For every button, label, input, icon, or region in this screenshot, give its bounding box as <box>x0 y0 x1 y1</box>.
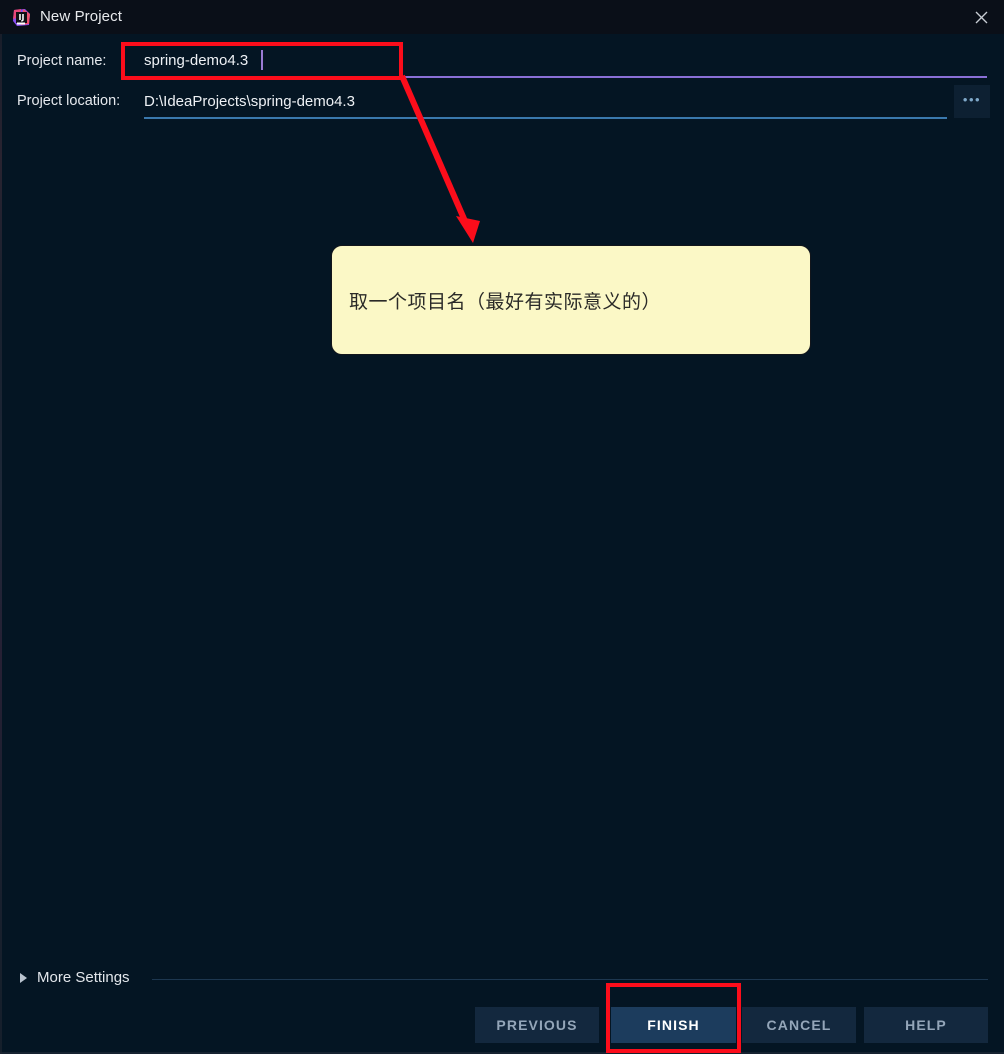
project-location-underline <box>144 117 947 119</box>
new-project-dialog: IJ New Project Project name: spring-demo… <box>0 0 1004 1054</box>
project-location-input[interactable]: D:\IdeaProjects\spring-demo4.3 <box>144 93 355 110</box>
project-name-underline <box>122 76 987 78</box>
project-location-label: Project location: <box>17 93 121 109</box>
annotation-note: 取一个项目名（最好有实际意义的） <box>331 245 811 355</box>
dialog-body <box>0 34 1004 1054</box>
cancel-button[interactable]: CANCEL <box>742 1007 856 1043</box>
annotation-note-text: 取一个项目名（最好有实际意义的） <box>349 290 662 313</box>
help-button[interactable]: HELP <box>864 1007 988 1043</box>
project-name-input[interactable]: spring-demo4.3 <box>144 52 248 69</box>
more-settings-separator <box>152 979 988 980</box>
project-name-label: Project name: <box>17 53 107 69</box>
close-icon <box>975 11 987 23</box>
title-bar: IJ New Project <box>0 0 1004 34</box>
browse-location-button[interactable]: ••• <box>954 85 990 118</box>
ellipsis-icon: ••• <box>962 92 982 107</box>
svg-text:IJ: IJ <box>19 13 25 22</box>
window-title: New Project <box>40 8 122 25</box>
more-settings-toggle[interactable]: More Settings <box>20 969 130 986</box>
triangle-right-icon <box>20 972 27 983</box>
window-left-edge <box>0 34 2 1054</box>
text-caret <box>261 50 263 70</box>
intellij-idea-icon: IJ <box>12 8 31 27</box>
previous-button[interactable]: PREVIOUS <box>475 1007 599 1043</box>
close-button[interactable] <box>958 0 1004 34</box>
more-settings-label: More Settings <box>37 969 130 986</box>
finish-button[interactable]: FINISH <box>611 1007 736 1043</box>
